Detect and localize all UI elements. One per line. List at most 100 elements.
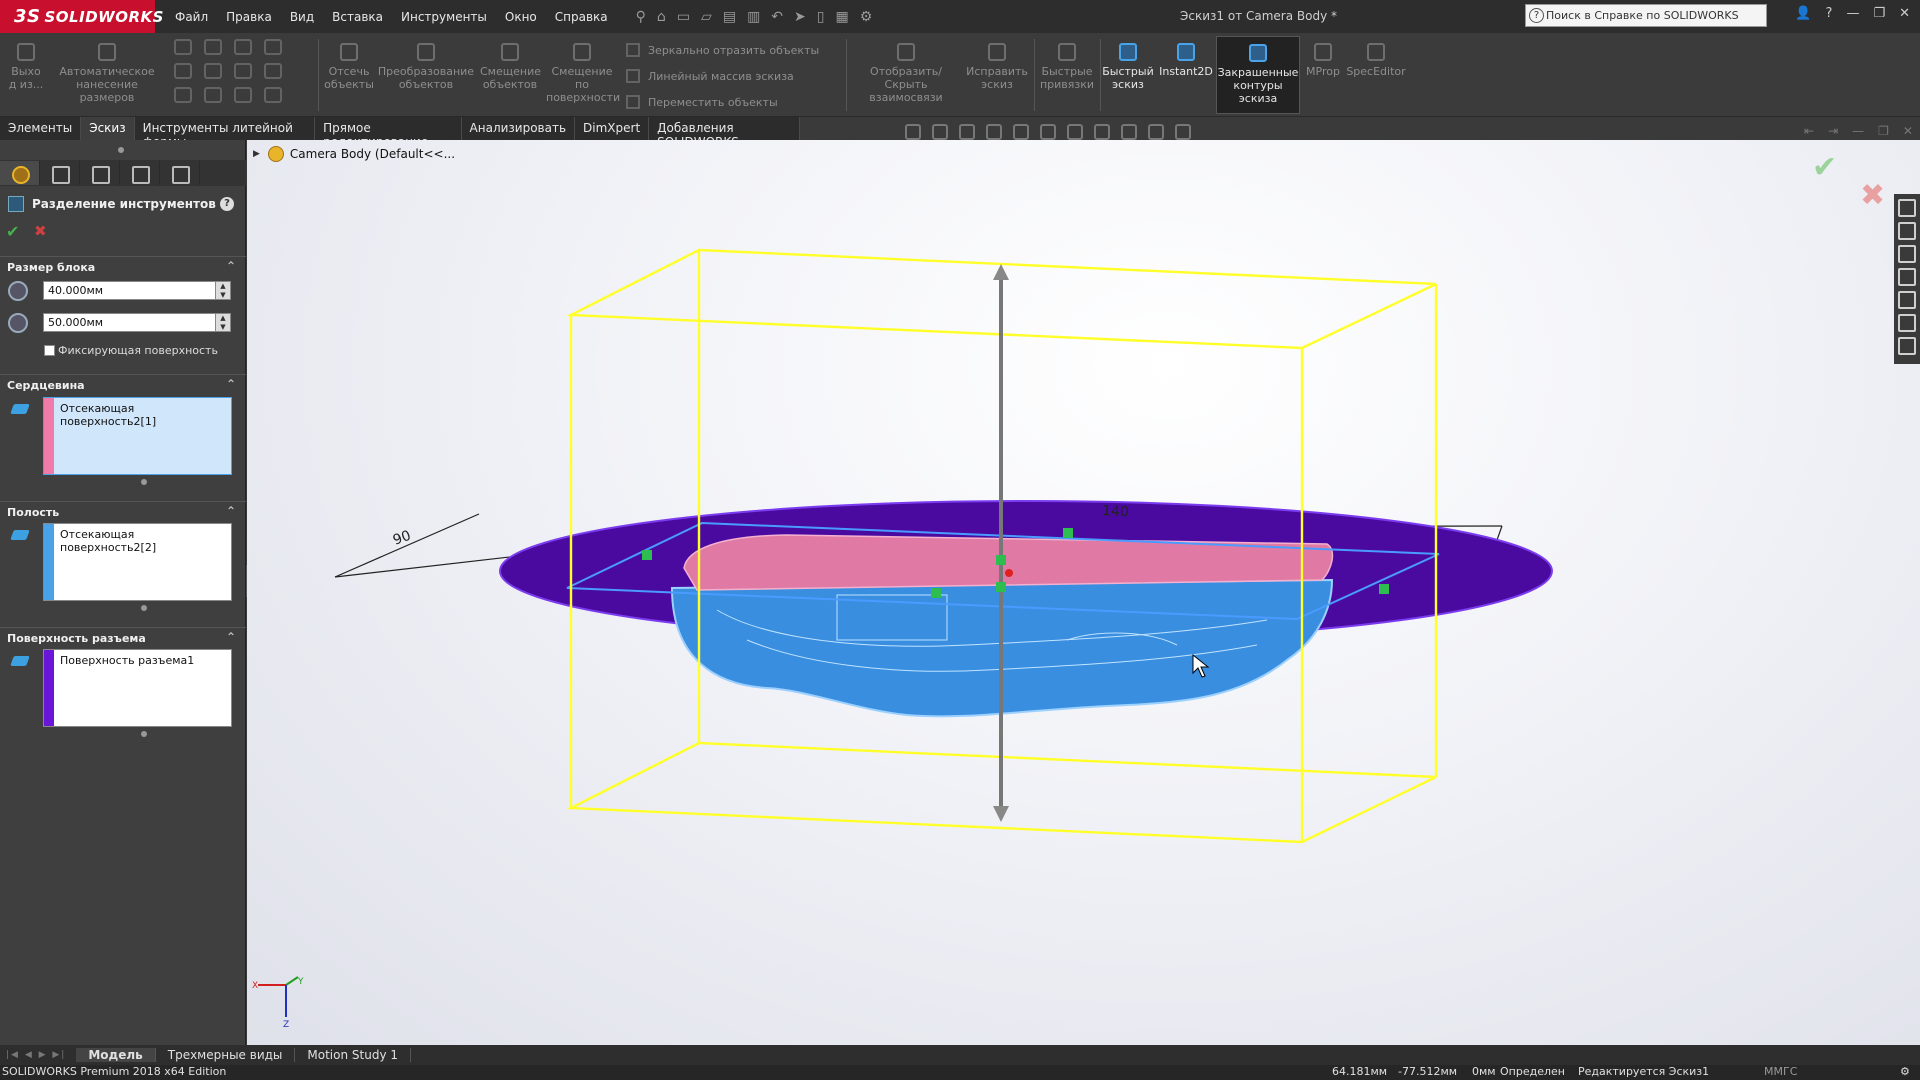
section-view-icon[interactable] [986,124,1002,140]
panel-grip[interactable] [118,147,124,153]
undo-icon[interactable]: ↶ [771,9,783,25]
sketch-handle[interactable] [996,555,1006,565]
display-relations-button[interactable]: Отобразить/Скрыть взаимосвязи [850,43,962,104]
display-manager-tab-icon[interactable] [160,161,200,185]
mirror-entities-button[interactable]: Зеркально отразить объекты [626,43,819,57]
zoom-to-fit-icon[interactable] [905,124,921,140]
solidworks-logo[interactable]: 3S SOLIDWORKS [0,0,163,33]
core-group-header[interactable]: Сердцевина ⌃ [0,374,246,396]
help-icon[interactable]: ? [1826,6,1833,21]
confirm-corner-ok-icon[interactable]: ✔ [1812,150,1837,185]
feature-tree-tab-icon[interactable] [0,161,40,185]
viewport-close-icon[interactable]: ✕ [1903,124,1913,138]
file-explorer-icon[interactable] [1898,245,1916,263]
confirm-corner-cancel-icon[interactable]: ✖ [1860,178,1885,213]
home-icon[interactable]: ⌂ [657,9,666,25]
collapse-icon[interactable]: ⌃ [226,377,236,391]
arrow-up-icon[interactable] [993,264,1009,280]
appearances-icon[interactable] [1898,291,1916,309]
menu-edit[interactable]: Правка [226,10,272,24]
menu-insert[interactable]: Вставка [332,10,383,24]
instant2d-button[interactable]: Instant2D [1158,43,1214,78]
parting-surface-item[interactable]: Поверхность разъема1 [60,654,194,667]
file-properties-icon[interactable]: ▦ [835,9,848,25]
cavity-selection-item[interactable]: Отсекающая поверхность2[2] [60,528,156,554]
apply-scene-icon[interactable] [1148,124,1164,140]
collapse-icon[interactable]: ⌃ [226,259,236,273]
dimxpert-manager-tab-icon[interactable] [120,161,160,185]
menu-tools[interactable]: Инструменты [401,10,487,24]
menu-window[interactable]: Окно [505,10,537,24]
design-library-icon[interactable] [1898,222,1916,240]
convert-entities-button[interactable]: Преобразование объектов [376,43,476,91]
menu-help[interactable]: Справка [555,10,608,24]
slot-icon[interactable] [174,87,192,103]
spline-icon[interactable] [264,39,282,55]
resize-grip[interactable] [141,605,147,611]
tab-solidworks-addins[interactable]: Добавления SOLIDWORKS [649,117,800,149]
tab-motion-study-1[interactable]: Motion Study 1 [295,1048,411,1062]
plane-icon[interactable] [264,87,282,103]
minimize-icon[interactable]: — [1846,6,1859,21]
ok-button[interactable]: ✔ [6,222,19,241]
tab-3d-views[interactable]: Трехмерные виды [156,1048,296,1062]
expand-arrow-icon[interactable]: ▶ [253,149,260,159]
menu-view[interactable]: Вид [290,10,314,24]
parting-surface-selection-box[interactable]: Поверхность разъема1 [43,649,232,727]
core-selection-box[interactable]: Отсекающая поверхность2[1] [43,397,232,475]
quick-snaps-button[interactable]: Быстрые привязки [1036,43,1098,91]
close-icon[interactable]: ✕ [1899,6,1910,21]
rebuild-icon[interactable]: ▯ [817,9,825,25]
viewport-minimize-icon[interactable]: — [1852,124,1864,138]
tab-dimxpert[interactable]: DimXpert [575,117,650,140]
feature-tree-flyout[interactable]: ▶ Camera Body (Default<<... [253,146,455,162]
mprop-button[interactable]: MProp [1304,43,1342,78]
cavity-selection-box[interactable]: Отсекающая поверхность2[2] [43,523,232,601]
collapse-icon[interactable]: ⌃ [226,504,236,518]
cavity-group-header[interactable]: Полость ⌃ [0,501,246,523]
status-options-icon[interactable]: ⚙ [1900,1065,1910,1078]
polygon-icon[interactable] [204,63,222,79]
help-icon[interactable]: ? [220,197,234,211]
view-palette-icon[interactable] [1898,268,1916,286]
ellipse-icon[interactable] [234,63,252,79]
tab-model[interactable]: Модель [76,1048,156,1062]
configuration-manager-tab-icon[interactable] [80,161,120,185]
speceditor-button[interactable]: SpecEditor [1346,43,1406,78]
length-dimension-text[interactable]: 140 [1102,503,1130,520]
sketch-handle[interactable] [931,588,941,598]
offset-entities-button[interactable]: Смещение объектов [480,43,541,91]
parting-surface-group-header[interactable]: Поверхность разъема ⌃ [0,627,246,649]
text-icon[interactable] [234,87,252,103]
help-search-input[interactable]: ? Поиск в Справке по SOLIDWORKS [1525,4,1767,27]
view-back-icon[interactable]: ⇤ [1804,124,1814,138]
sketch-handle[interactable] [642,550,652,560]
depth1-spinner[interactable]: ▲ ▼ [215,281,231,300]
view-orientation-icon[interactable] [1040,124,1056,140]
new-document-icon[interactable]: ▭ [677,9,690,25]
property-manager-tab-icon[interactable] [40,161,80,185]
menu-file[interactable]: Файл [175,10,208,24]
sketch-handle[interactable] [996,582,1006,592]
cancel-button[interactable]: ✖ [34,222,47,240]
tab-direct-editing[interactable]: Прямое редактирование [315,117,462,149]
core-selection-item[interactable]: Отсекающая поверхность2[1] [60,402,156,428]
sketch-handle[interactable] [1063,528,1073,538]
edit-appearance-icon[interactable] [1121,124,1137,140]
fillet-icon[interactable] [204,87,222,103]
collapse-icon[interactable]: ⌃ [226,630,236,644]
depth2-spinner[interactable]: ▲ ▼ [215,313,231,332]
graphics-viewport[interactable]: 140 90 [247,140,1920,1045]
depth-direction2-input[interactable]: 50.000мм [43,313,217,332]
tab-scroll-arrows-icon[interactable]: |◀ ◀ ▶ ▶| [6,1050,66,1060]
forum-icon[interactable] [1898,337,1916,355]
open-icon[interactable]: ▱ [701,9,712,25]
save-icon[interactable]: ▤ [723,9,736,25]
tab-evaluate[interactable]: Анализировать [462,117,576,140]
arrow-down-icon[interactable] [993,806,1009,822]
point-icon[interactable] [264,63,282,79]
tab-features[interactable]: Элементы [0,117,82,140]
rectangle-icon[interactable] [174,63,192,79]
resize-grip[interactable] [141,731,147,737]
custom-properties-icon[interactable] [1898,314,1916,332]
